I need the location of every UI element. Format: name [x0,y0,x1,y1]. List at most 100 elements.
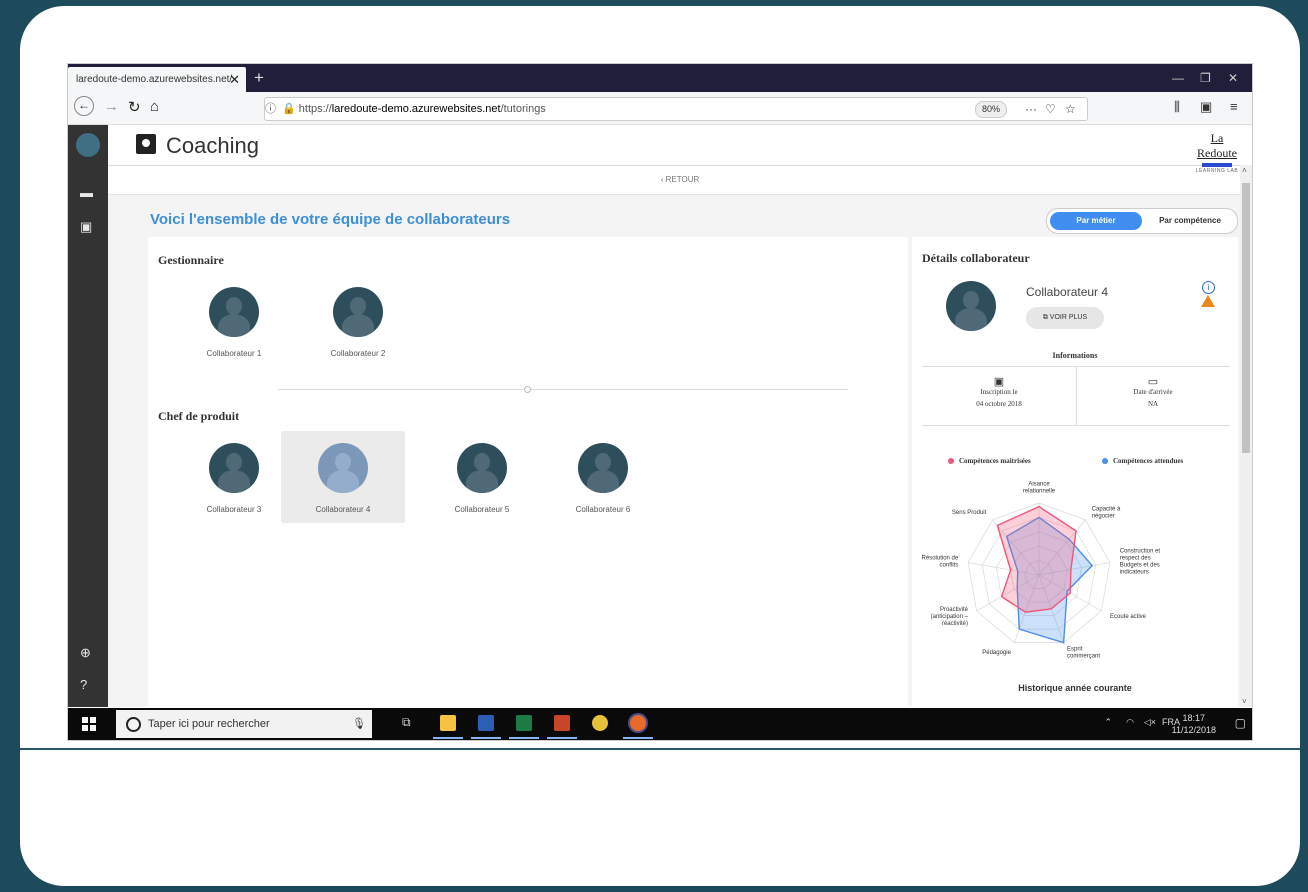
reload-icon[interactable]: ↻ [128,98,141,116]
navigation-bar: ← → ↻ ⌂ ⓘ 🔒 https://laredoute-demo.azurew… [68,92,1252,125]
member-avatar [333,287,383,337]
external-link-icon: ⧉ [1042,314,1048,321]
excel-icon[interactable] [516,715,532,731]
section-separator [278,389,848,390]
member-name: Collaborateur 2 [330,349,386,358]
firefox-icon[interactable] [630,715,646,731]
radar-axis-label: Ecoute active [1110,614,1147,620]
scroll-down-icon[interactable]: ˅ [1242,697,1247,706]
word-icon[interactable] [478,715,494,731]
browser-tab[interactable]: laredoute-demo.azurewebsites.net/ ✕ [68,67,246,92]
details-panel: Détails collaborateur Collaborateur 4 ⧉ … [912,237,1238,707]
legend-mastered: Compétences maitrisées [948,457,1031,465]
member-name: Collaborateur 3 [206,505,262,514]
radar-axis-label: Capacité à négocier [1092,507,1121,520]
member-card[interactable]: Collaborateur 3 [172,431,296,523]
member-card[interactable]: Collaborateur 2 [296,275,420,367]
forward-arrow-icon[interactable]: → [104,98,119,115]
minimize-icon[interactable]: — [1172,71,1184,85]
url-bar[interactable]: ⓘ 🔒 https://laredoute-demo.azurewebsites.… [264,97,1088,121]
voir-plus-button[interactable]: ⧉ VOIR PLUS [1026,307,1104,329]
dashboard-icon[interactable]: ▬ [80,185,93,200]
member-avatar [318,443,368,493]
calendar-icon: ▭ [1147,376,1159,388]
inscription-cell: ▣ Inscription le 04 octobre 2018 [922,367,1077,425]
details-avatar [946,281,996,331]
back-arrow-icon[interactable]: ← [74,96,94,116]
window-close-icon[interactable]: ✕ [1228,71,1238,85]
warning-icon[interactable] [1201,295,1215,307]
coaching-badge-icon [136,134,156,154]
user-avatar[interactable] [76,133,100,157]
member-card[interactable]: Collaborateur 5 [420,431,544,523]
separator-dot [524,386,531,393]
toggle-par-metier[interactable]: Par métier [1050,212,1142,230]
chrome-icon[interactable] [592,715,608,731]
radar-axis-label: Construction et respect des Budgets et des… [1120,548,1161,575]
zoom-indicator[interactable]: 80% [975,101,1008,118]
help-icon[interactable]: ? [80,677,87,692]
member-name: Collaborateur 5 [454,505,510,514]
tab-title: laredoute-demo.azurewebsites.net/ [76,74,233,85]
windows-start-icon[interactable] [82,717,96,731]
member-card-selected[interactable]: Collaborateur 4 [281,431,405,523]
network-icon[interactable]: ◠ [1126,717,1134,740]
browser-window: laredoute-demo.azurewebsites.net/ ✕ + — … [68,64,1252,740]
app-sidebar: ▬ ▣ ⊕ ? [68,125,108,707]
competence-radar-chart: Aisance relationnelle Capacité à négocier Co… [922,482,1161,660]
powerpoint-icon[interactable] [554,715,570,731]
bookmark-star-icon[interactable]: ☆ [1065,98,1076,120]
app-header: Coaching La Redoute LEARNING LAB [108,125,1252,174]
taskbar-clock[interactable]: 18:17 11/12/2018 [1172,712,1216,736]
menu-icon[interactable]: ≡ [1230,99,1238,114]
radar-axis-label: Résolution de conflits [922,555,959,568]
back-link[interactable]: ‹ RETOUR [108,166,1252,195]
member-avatar [209,287,259,337]
section-title: Gestionnaire [158,253,224,267]
file-explorer-icon[interactable] [440,715,456,731]
page-actions-icon[interactable]: ··· [1025,98,1037,120]
taskbar-search[interactable]: Taper ici pour rechercher 🎙 [116,710,372,738]
toggle-par-competence[interactable]: Par compétence [1145,212,1235,230]
task-view-icon[interactable]: ⧉ [402,715,418,731]
scroll-up-icon[interactable]: ˄ [1242,166,1247,175]
main-content: Voici l'ensemble de votre équipe de coll… [108,195,1252,707]
arrivee-cell: ▭ Date d'arrivée NA [1076,367,1230,425]
page-title: Voici l'ensemble de votre équipe de coll… [150,211,511,228]
team-panel: Gestionnaire Collaborateur 1 Collaborate… [148,237,908,707]
member-avatar [457,443,507,493]
pocket-icon[interactable]: ♡ [1045,98,1056,120]
details-title: Détails collaborateur [922,251,1030,265]
coaching-icon[interactable]: ▣ [80,219,92,235]
restore-icon[interactable]: ❐ [1200,71,1211,85]
library-icon[interactable]: ⫼ [1174,99,1180,115]
view-toggle: Par métier Par compétence [1046,208,1238,234]
member-card[interactable]: Collaborateur 1 [172,275,296,367]
notification-icon[interactable]: ▢ [1235,716,1246,740]
radar-axis-label: Aisance relationnelle [1023,482,1056,495]
windows-taskbar: Taper ici pour rechercher 🎙 ⧉ ⌃ ◠ ◁× FRA… [68,708,1252,740]
member-card[interactable]: Collaborateur 6 [541,431,665,523]
page-scrollbar[interactable]: ˄ ˅ [1240,165,1252,707]
microphone-icon[interactable]: 🎙 [352,710,366,738]
tab-close-icon[interactable]: ✕ [229,67,240,92]
volume-icon[interactable]: ◁× [1144,717,1156,740]
url-host: laredoute-demo.azurewebsites.net [331,103,501,115]
tray-arrow-icon[interactable]: ⌃ [1104,717,1112,740]
tab-bar: laredoute-demo.azurewebsites.net/ ✕ + — … [68,64,1252,92]
home-icon[interactable]: ⌂ [150,98,159,115]
new-tab-button[interactable]: + [254,68,264,88]
lock-icon: 🔒 [282,103,296,115]
globe-icon[interactable]: ⊕ [80,645,91,661]
frame-divider [20,748,1300,750]
cortana-icon[interactable] [126,717,141,732]
info-icon[interactable]: ⓘ [265,103,276,115]
info-circle-icon[interactable]: i [1202,281,1215,294]
sidebar-toggle-icon[interactable]: ▣ [1200,99,1212,115]
history-title: Historique année courante [1018,683,1132,693]
member-avatar [578,443,628,493]
url-path: /tutorings [500,103,546,115]
url-prefix: https:// [298,103,332,115]
app-title: Coaching [166,133,259,158]
scrollbar-thumb[interactable] [1242,183,1250,453]
